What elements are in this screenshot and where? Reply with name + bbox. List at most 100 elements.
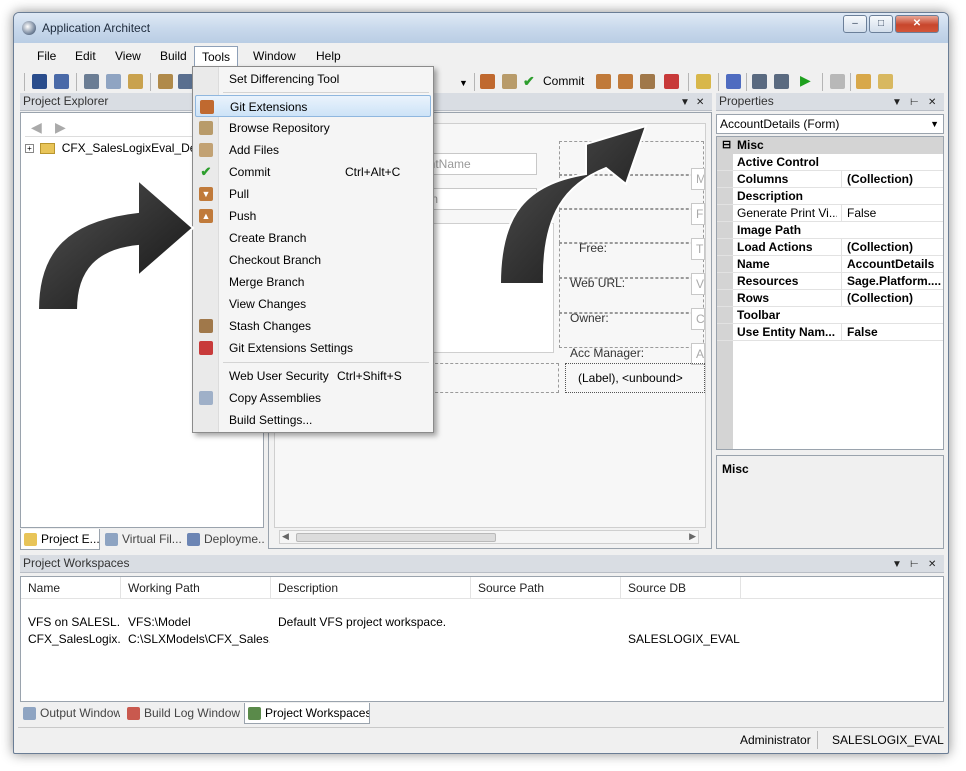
run-icon[interactable]: ▶ [800,72,811,89]
menu-item-view-changes[interactable]: View Changes [195,293,431,315]
menu-item-web-user-security[interactable]: Web User Security Ctrl+Shift+S [195,365,431,387]
menu-edit[interactable]: Edit [68,46,103,66]
column-source-path[interactable]: Source Path [471,577,621,599]
menu-tools[interactable]: Tools [194,46,239,66]
copy-icon[interactable] [106,74,121,89]
property-row[interactable]: Load Actions (Collection) [717,239,943,256]
menu-item-merge-branch[interactable]: Merge Branch [195,271,431,293]
settings-icon[interactable] [664,74,679,89]
menu-item-git-extensions-settings[interactable]: Git Extensions Settings [195,337,431,359]
field-stub[interactable]: C [691,308,705,330]
scroll-thumb[interactable] [296,533,496,542]
menu-item-commit[interactable]: ✔ Commit Ctrl+Alt+C [195,161,431,183]
field-stub[interactable]: T [691,238,705,260]
property-row[interactable]: Active Control [717,154,943,171]
column-name[interactable]: Name [21,577,121,599]
menu-item-git-extensions[interactable]: Git Extensions [195,95,431,117]
property-row[interactable]: Name AccountDetails [717,256,943,273]
scroll-right-icon[interactable]: ▶ [689,531,696,542]
title-bar[interactable]: Application Architect – □ ✕ [14,13,948,43]
explorer-icon[interactable] [178,74,193,89]
notes-icon[interactable] [696,74,711,89]
column-description[interactable]: Description [271,577,471,599]
object-selector[interactable]: AccountDetails (Form) ▼ [716,114,944,134]
property-value[interactable]: (Collection) [841,290,941,306]
menu-item-stash-changes[interactable]: Stash Changes [195,315,431,337]
menu-item-copy-assemblies[interactable]: Copy Assemblies [195,387,431,409]
property-value[interactable]: AccountDetails [841,256,941,272]
menu-window[interactable]: Window [246,46,303,66]
cut-icon[interactable] [84,74,99,89]
field-stub[interactable]: A [691,343,705,365]
menu-item-checkout-branch[interactable]: Checkout Branch [195,249,431,271]
property-row[interactable]: Generate Print Vi... False [717,205,943,222]
back-icon[interactable]: ◀ [31,119,42,136]
field-stub[interactable]: M [691,168,705,190]
menu-help[interactable]: Help [309,46,348,66]
category-misc[interactable]: ⊟ Misc [717,137,943,154]
property-value[interactable]: (Collection) [841,171,941,187]
wizard-icon[interactable] [856,74,871,89]
minimize-button[interactable]: – [843,15,867,33]
collapse-icon[interactable]: ⊟ [722,137,731,153]
menu-build[interactable]: Build [153,46,194,66]
column-working-path[interactable]: Working Path [121,577,271,599]
property-row[interactable]: Resources Sage.Platform.... [717,273,943,290]
menu-item-push[interactable]: ▲ Push [195,205,431,227]
menu-item-pull[interactable]: ▼ Pull [195,183,431,205]
horizontal-scrollbar[interactable]: ◀ ▶ [279,530,699,544]
dropdown-arrow-icon[interactable]: ▼ [892,94,902,111]
pin-icon[interactable]: ⊢ [910,94,919,111]
property-row[interactable]: Use Entity Nam... False [717,324,943,341]
save-icon[interactable] [32,74,47,89]
pin-icon[interactable]: ⊢ [910,556,919,573]
scroll-left-icon[interactable]: ◀ [282,531,289,542]
property-row[interactable]: Columns (Collection) [717,171,943,188]
property-value[interactable]: False [841,205,941,221]
table-row[interactable]: VFS on SALESL... VFS:\Model Default VFS … [21,615,943,632]
property-row[interactable]: Image Path [717,222,943,239]
unbound-label[interactable]: (Label), <unbound> [565,363,705,393]
field-stub[interactable]: F [691,203,705,225]
rebuild-icon[interactable] [774,74,789,89]
properties-icon[interactable] [158,74,173,89]
property-row[interactable]: Description [717,188,943,205]
property-row[interactable]: Toolbar [717,307,943,324]
menu-item-create-branch[interactable]: Create Branch [195,227,431,249]
close-icon[interactable]: ✕ [928,94,936,111]
property-value[interactable]: False [841,324,941,340]
menu-item-add-files[interactable]: Add Files [195,139,431,161]
build-icon[interactable] [752,74,767,89]
deploy-icon[interactable] [726,74,741,89]
close-icon[interactable]: ✕ [696,94,704,111]
tab-project-workspaces[interactable]: Project Workspaces [244,703,370,724]
dropdown-arrow-icon[interactable]: ▼ [680,94,690,111]
save-all-icon[interactable] [54,74,69,89]
close-icon[interactable]: ✕ [928,556,936,573]
git-extensions-icon[interactable] [480,74,495,89]
tab-output-window[interactable]: Output Window [20,703,120,724]
menu-file[interactable]: File [30,46,63,66]
close-button[interactable]: ✕ [895,15,939,33]
field-stub[interactable]: V [691,273,705,295]
property-row[interactable]: Rows (Collection) [717,290,943,307]
menu-item-browse-repository[interactable]: Browse Repository [195,117,431,139]
maximize-button[interactable]: □ [869,15,893,33]
paste-icon[interactable] [128,74,143,89]
table-row[interactable]: CFX_SalesLogix... C:\SLXModels\CFX_Sales… [21,632,943,649]
tab-virtual-file-system[interactable]: Virtual Fil... [102,529,182,550]
property-value[interactable]: Sage.Platform.... [841,273,941,289]
dropdown-arrow-icon[interactable]: ▼ [930,115,939,133]
menu-item-set-differencing-tool[interactable]: Set Differencing Tool [195,68,431,90]
column-source-db[interactable]: Source DB [621,577,741,599]
tab-project-explorer[interactable]: Project E... [20,529,100,550]
forward-icon[interactable]: ▶ [55,119,66,136]
tab-deployment[interactable]: Deployme... [184,529,264,550]
report-icon[interactable] [878,74,893,89]
tab-build-log[interactable]: Build Log Window [124,703,242,724]
dropdown-arrow-icon[interactable]: ▼ [459,78,468,88]
property-value[interactable]: (Collection) [841,239,941,255]
dropdown-arrow-icon[interactable]: ▼ [892,556,902,573]
menu-item-build-settings[interactable]: Build Settings... [195,409,431,431]
menu-view[interactable]: View [108,46,148,66]
